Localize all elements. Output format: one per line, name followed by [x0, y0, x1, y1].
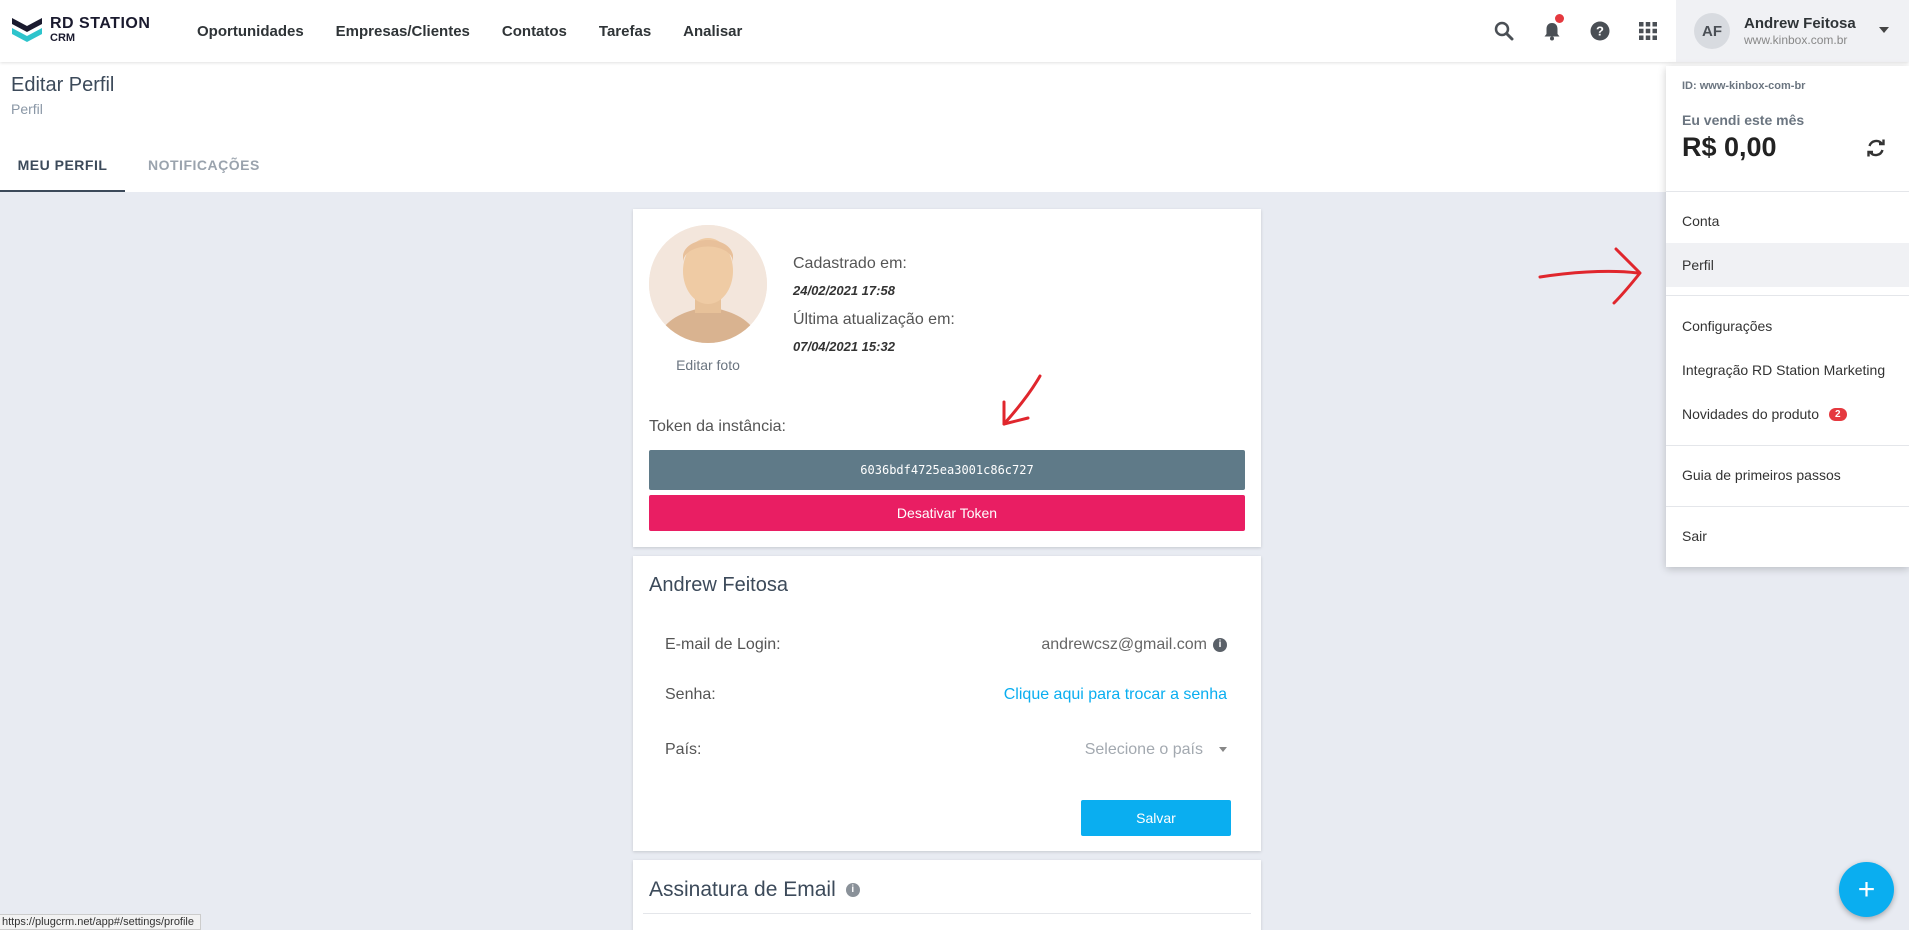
brand-line1: RD STATION — [50, 15, 151, 32]
caret-down-icon — [1879, 27, 1889, 33]
help-icon[interactable]: ? — [1576, 0, 1624, 62]
email-label: E-mail de Login: — [665, 636, 781, 653]
email-value: andrewcsz@gmail.com i — [1041, 636, 1227, 654]
tab-meu-perfil[interactable]: MEU PERFIL — [0, 157, 125, 192]
menu-item-conta[interactable]: Conta — [1666, 199, 1909, 243]
main-nav: Oportunidades Empresas/Clientes Contatos… — [197, 0, 774, 62]
token-value[interactable]: 6036bdf4725ea3001c86c727 — [649, 450, 1245, 490]
country-select-placeholder: Selecione o país — [1084, 741, 1203, 758]
breadcrumb: Perfil — [11, 101, 43, 117]
page-title: Editar Perfil — [11, 74, 115, 96]
menu-item-sair[interactable]: Sair — [1666, 514, 1909, 558]
add-fab-button[interactable]: + — [1839, 862, 1894, 917]
logo-icon — [12, 18, 42, 42]
search-icon[interactable] — [1480, 0, 1528, 62]
divider — [643, 913, 1251, 914]
change-password-link[interactable]: Clique aqui para trocar a senha — [1004, 686, 1227, 704]
menu-item-guia[interactable]: Guia de primeiros passos — [1666, 453, 1909, 497]
nav-oportunidades[interactable]: Oportunidades — [197, 23, 304, 40]
save-button[interactable]: Salvar — [1081, 800, 1231, 836]
profile-photo[interactable] — [649, 225, 767, 343]
page-header: Editar Perfil Perfil MEU PERFIL NOTIFICA… — [0, 62, 1909, 192]
divider — [1666, 295, 1909, 296]
email-signature-title-text: Assinatura de Email — [649, 878, 836, 901]
account-name-title: Andrew Feitosa — [649, 574, 788, 596]
count-badge: 2 — [1829, 407, 1847, 421]
email-signature-title: Assinatura de Email i — [649, 878, 860, 902]
updated-label: Última atualização em: — [793, 311, 955, 328]
account-id: ID: www-kinbox-com-br — [1682, 80, 1806, 92]
registered-value: 24/02/2021 17:58 — [793, 283, 895, 298]
nav-analisar[interactable]: Analisar — [683, 23, 742, 40]
sold-this-month-label: Eu vendi este mês — [1682, 112, 1805, 128]
bell-icon[interactable] — [1528, 0, 1576, 62]
token-label: Token da instância: — [649, 418, 786, 435]
brand-line2: CRM — [50, 32, 76, 44]
top-icons: ? — [1480, 0, 1672, 62]
divider — [1666, 191, 1909, 192]
info-icon[interactable]: i — [1213, 637, 1227, 652]
registered-label: Cadastrado em: — [793, 255, 907, 272]
email-text: andrewcsz@gmail.com — [1041, 636, 1207, 653]
top-navbar: RD STATION CRM Oportunidades Empresas/Cl… — [0, 0, 1909, 62]
user-name: Andrew Feitosa — [1744, 14, 1856, 32]
country-label: País: — [665, 741, 702, 758]
divider — [1666, 445, 1909, 446]
menu-item-perfil[interactable]: Perfil — [1666, 243, 1909, 287]
profile-card: Editar foto Cadastrado em: 24/02/2021 17… — [633, 209, 1261, 547]
menu-item-configuracoes[interactable]: Configurações — [1666, 304, 1909, 348]
account-card: Andrew Feitosa E-mail de Login: andrewcs… — [633, 556, 1261, 851]
menu-item-novidades[interactable]: Novidades do produto 2 — [1666, 392, 1909, 436]
user-dropdown-menu: ID: www-kinbox-com-br Eu vendi este mês … — [1666, 66, 1909, 567]
menu-item-novidades-label: Novidades do produto — [1682, 406, 1819, 422]
tab-notificacoes[interactable]: NOTIFICAÇÕES — [148, 157, 260, 192]
updated-value: 07/04/2021 15:32 — [793, 339, 895, 354]
menu-item-integracao[interactable]: Integração RD Station Marketing — [1666, 348, 1909, 392]
deactivate-token-button[interactable]: Desativar Token — [649, 495, 1245, 531]
user-site: www.kinbox.com.br — [1744, 32, 1848, 47]
avatar: AF — [1694, 13, 1730, 49]
notification-dot — [1555, 14, 1564, 23]
svg-text:?: ? — [1596, 24, 1604, 39]
chevron-down-icon — [1219, 747, 1227, 753]
email-signature-card: Assinatura de Email i — [633, 860, 1261, 930]
nav-empresas-clientes[interactable]: Empresas/Clientes — [336, 23, 470, 40]
status-bar-url: https://plugcrm.net/app#/settings/profil… — [0, 914, 201, 930]
nav-contatos[interactable]: Contatos — [502, 23, 567, 40]
apps-grid-icon[interactable] — [1624, 0, 1672, 62]
sold-this-month-value: R$ 0,00 — [1682, 132, 1777, 162]
country-select[interactable]: Selecione o país — [1085, 741, 1227, 759]
password-label: Senha: — [665, 686, 716, 703]
user-menu-toggle[interactable]: AF Andrew Feitosa www.kinbox.com.br — [1676, 0, 1909, 62]
nav-tarefas[interactable]: Tarefas — [599, 23, 651, 40]
divider — [1666, 506, 1909, 507]
refresh-icon[interactable] — [1866, 138, 1886, 163]
edit-photo-link[interactable]: Editar foto — [649, 357, 767, 373]
annotation-arrow-icon — [1538, 247, 1642, 305]
rd-station-logo[interactable]: RD STATION CRM — [10, 14, 150, 46]
info-icon[interactable]: i — [845, 883, 860, 898]
